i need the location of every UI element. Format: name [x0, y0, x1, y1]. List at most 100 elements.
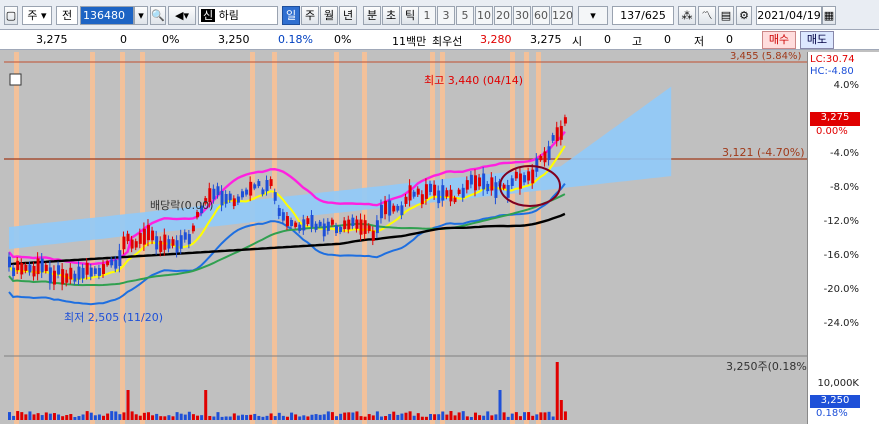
- code-input[interactable]: 136480: [80, 6, 134, 25]
- highlight-band-11: [524, 52, 529, 424]
- volume-bar-124: [514, 412, 518, 420]
- period-button-5[interactable]: 초: [382, 6, 400, 25]
- volume-bar-55: [232, 413, 236, 420]
- candle-55: [232, 198, 236, 207]
- top-line-annotation: 3,455 (5.84%): [730, 52, 801, 62]
- gear-icon[interactable]: ⚙: [736, 6, 752, 25]
- count-field[interactable]: 137/625: [612, 6, 674, 25]
- type-select[interactable]: 전: [56, 6, 78, 25]
- save-icon[interactable]: ▤: [718, 6, 734, 25]
- volume-bar-7: [36, 413, 40, 420]
- volume-bar-93: [388, 414, 392, 420]
- volume-bar-28: [122, 412, 126, 420]
- period-button-6[interactable]: 틱: [401, 6, 419, 25]
- minute-button-5[interactable]: 5: [456, 6, 474, 25]
- candle-35: [151, 230, 155, 241]
- candle-59: [249, 181, 253, 196]
- candle-79: [330, 219, 334, 225]
- volume-bar-77: [322, 414, 326, 420]
- candle-12: [57, 265, 61, 275]
- period-button-4[interactable]: 분: [363, 6, 381, 25]
- volume-bar-71: [298, 416, 302, 420]
- buy-button[interactable]: 매수: [762, 31, 796, 49]
- market-value: 주: [27, 9, 38, 22]
- volume-bar-37: [159, 416, 163, 420]
- volume-bar-88: [367, 414, 371, 420]
- volume-bar-11: [52, 413, 56, 420]
- volume-bar-56: [236, 415, 240, 420]
- candle-39: [167, 239, 171, 249]
- volume-bar-54: [228, 416, 232, 420]
- minute-button-30[interactable]: 30: [513, 6, 531, 25]
- search-icon[interactable]: 🔍: [150, 6, 166, 25]
- candle-113: [469, 174, 473, 185]
- minute-button-120[interactable]: 120: [551, 6, 573, 25]
- candle-65: [273, 192, 277, 201]
- stock-name: 하림: [218, 9, 239, 22]
- volume-bar-103: [429, 414, 433, 420]
- volume-bar-105: [437, 414, 441, 420]
- candle-31: [134, 241, 138, 248]
- chart-menu-icon[interactable]: [9, 73, 22, 86]
- minute-button-3[interactable]: 3: [437, 6, 455, 25]
- volume-bar-75: [314, 414, 318, 420]
- calendar-icon[interactable]: ▦: [822, 6, 836, 25]
- custom-period-select[interactable]: ▾: [578, 6, 608, 25]
- candle-70: [294, 222, 298, 227]
- candle-86: [359, 219, 363, 235]
- candle-54: [228, 193, 232, 201]
- volume-bar-4: [24, 414, 28, 420]
- candle-123: [510, 178, 514, 186]
- overlay-icon[interactable]: ⁂: [678, 6, 696, 25]
- minute-button-10[interactable]: 10: [475, 6, 493, 25]
- sound-icon[interactable]: ◀▾: [168, 6, 196, 25]
- volume-bar-102: [424, 416, 428, 420]
- volume-bar-3: [20, 412, 24, 420]
- volume-bar-43: [183, 414, 187, 420]
- sell-button[interactable]: 매도: [800, 31, 834, 49]
- volume-bar-52: [220, 416, 224, 420]
- candle-122: [506, 185, 510, 198]
- volume-bar-106: [441, 411, 445, 420]
- candle-11: [52, 270, 56, 285]
- candle-20: [89, 267, 93, 277]
- candle-90: [375, 220, 379, 234]
- volume-bar-95: [396, 414, 400, 420]
- period-button-3[interactable]: 년: [339, 6, 357, 25]
- info-change-pct: 0%: [162, 33, 180, 46]
- axis-label-m12: -12.0%: [823, 216, 859, 227]
- chart-type-icon[interactable]: 〽: [698, 6, 716, 25]
- volume-bar-27: [118, 414, 122, 420]
- highlight-band-9: [440, 52, 445, 424]
- volume-bar-115: [478, 415, 482, 420]
- volume-bar-14: [65, 415, 69, 420]
- period-button-0[interactable]: 일: [282, 6, 300, 25]
- candle-124: [514, 171, 518, 179]
- stock-name-field[interactable]: 신 하림: [198, 6, 278, 25]
- volume-bar-81: [339, 413, 343, 420]
- candle-64: [269, 179, 273, 187]
- date-field[interactable]: 2021/04/19: [756, 6, 822, 25]
- candle-118: [490, 177, 494, 191]
- candle-84: [351, 217, 355, 226]
- volume-bar-6: [32, 414, 36, 420]
- price-chart[interactable]: 최고 3,440 (04/14) 최저 2,505 (11/20) 3,121 …: [4, 52, 807, 424]
- window-menu-icon[interactable]: ▢: [4, 6, 18, 25]
- candle-15: [69, 267, 73, 280]
- open-value: 0: [604, 33, 611, 46]
- info-last: 3,275: [530, 33, 562, 46]
- period-button-2[interactable]: 월: [320, 6, 338, 25]
- market-select[interactable]: 주 ▾: [22, 6, 52, 25]
- candle-131: [543, 151, 547, 163]
- candle-99: [412, 191, 416, 197]
- minute-button-1[interactable]: 1: [418, 6, 436, 25]
- volume-bar-113: [469, 416, 473, 420]
- minute-button-20[interactable]: 20: [494, 6, 512, 25]
- minute-button-60[interactable]: 60: [532, 6, 550, 25]
- volume-bar-24: [106, 413, 110, 420]
- candle-88: [367, 225, 371, 232]
- candle-96: [400, 205, 404, 216]
- code-dropdown-icon[interactable]: ▾: [134, 6, 148, 25]
- period-button-1[interactable]: 주: [301, 6, 319, 25]
- volume-bar-0: [8, 412, 11, 420]
